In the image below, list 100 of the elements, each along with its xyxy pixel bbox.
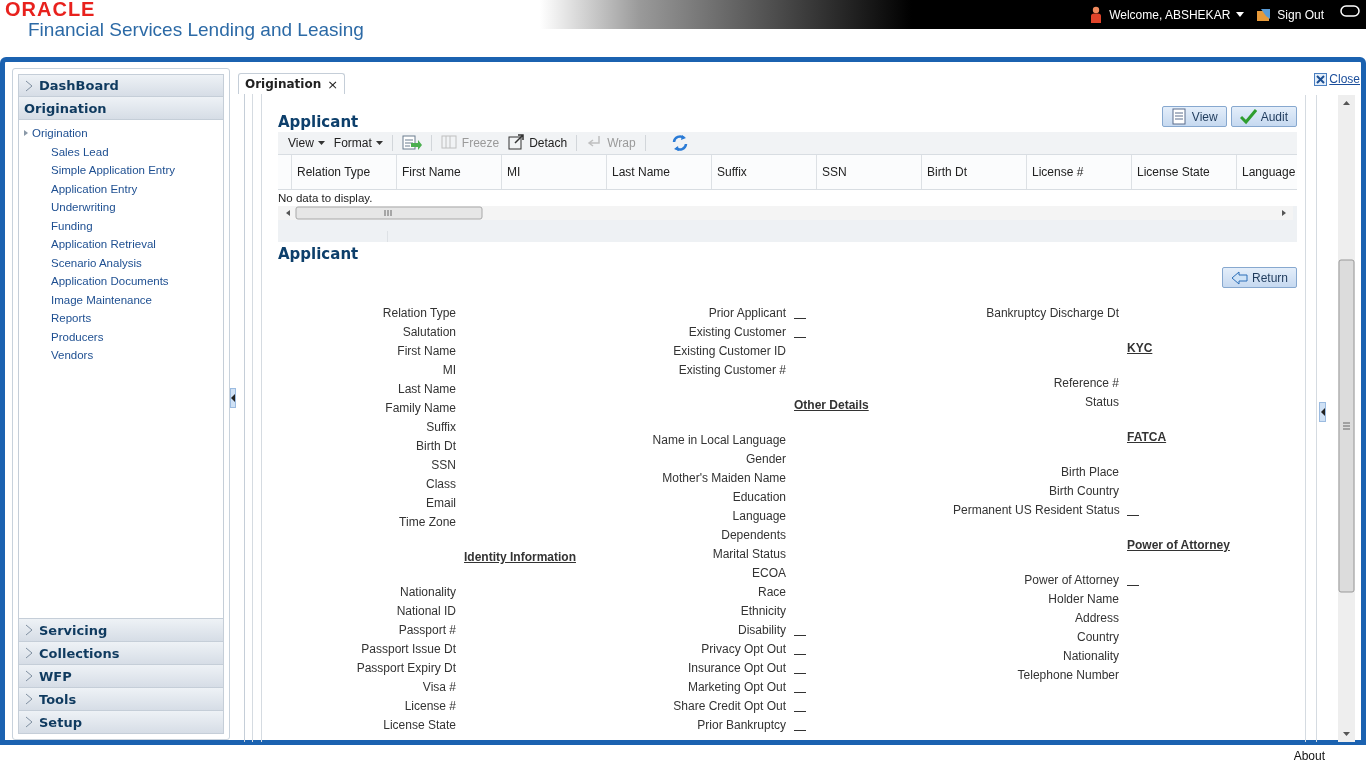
horizontal-scrollbar[interactable] — [278, 206, 1293, 220]
caret-icon[interactable] — [1236, 12, 1245, 17]
column-header[interactable]: Suffix — [711, 155, 816, 189]
field-label: Holder Name — [1047, 591, 1119, 608]
section-title: Applicant — [278, 113, 359, 131]
nav-link[interactable]: Application Entry — [51, 182, 138, 195]
field-label: Prior Bankruptcy — [696, 717, 786, 734]
tree-link[interactable]: Origination — [32, 127, 88, 140]
blank-value-line — [794, 318, 806, 319]
column-header[interactable]: License # — [1026, 155, 1131, 189]
checkmark-icon — [1239, 108, 1257, 125]
nav-link[interactable]: Application Documents — [51, 275, 169, 288]
field-label: SSN — [430, 457, 456, 474]
left-arrow-icon — [1320, 407, 1325, 416]
left-arrow-icon — [231, 394, 235, 402]
column-header[interactable]: First Name — [396, 155, 501, 189]
field-label: National ID — [395, 603, 456, 620]
field-label: Time Zone — [398, 514, 456, 531]
close-tab-button[interactable]: × — [327, 76, 339, 92]
tab-label[interactable]: Origination — [245, 77, 322, 91]
vertical-scrollbar[interactable] — [1338, 95, 1355, 742]
field-label: Disability — [737, 622, 786, 639]
toolbar-button[interactable]: View — [1161, 106, 1227, 127]
column-header[interactable]: SSN — [816, 155, 921, 189]
field-label: Salutation — [401, 324, 456, 341]
field-label: Insurance Opt Out — [686, 660, 786, 677]
column-header[interactable]: Language — [1236, 155, 1297, 189]
column-header[interactable]: Last Name — [606, 155, 711, 189]
field-label: Dependents — [720, 527, 786, 544]
group-heading: Other Details — [794, 397, 870, 414]
field-label: Relation Type — [381, 305, 456, 322]
menu-button[interactable]: View — [288, 136, 325, 150]
caret-icon — [375, 141, 383, 145]
field-label: Name in Local Language — [651, 432, 786, 449]
nav-link[interactable]: Simple Application Entry — [51, 164, 175, 177]
product-title: Financial Services Lending and Leasing — [28, 19, 364, 41]
field-label: Passport # — [397, 622, 456, 639]
field-label: First Name — [396, 343, 456, 360]
chevron-icon — [25, 647, 33, 659]
field-label: ECOA — [751, 565, 786, 582]
accordion-header[interactable]: Setup — [18, 711, 224, 734]
field-label: Race — [757, 584, 786, 601]
accordion-header[interactable]: DashBoard — [18, 74, 224, 97]
field-label: Permanent US Resident Status — [953, 502, 1119, 519]
welcome-menu[interactable]: Welcome, ABSHEKAR — [1109, 7, 1231, 22]
nav-link[interactable]: Sales Lead — [51, 145, 109, 158]
group-heading: Identity Information — [464, 549, 577, 566]
return-button[interactable]: Return — [1221, 267, 1297, 288]
field-label: Gender — [744, 451, 786, 468]
field-label: Country — [1075, 629, 1119, 646]
caret-icon — [317, 141, 325, 145]
empty-message: No data to display. — [278, 191, 374, 206]
field-label: Share Credit Opt Out — [672, 698, 786, 715]
accordion-header[interactable]: WFP — [18, 665, 224, 688]
export-icon[interactable] — [401, 134, 422, 152]
field-label: Visa # — [421, 679, 456, 696]
field-label: Birth Place — [1059, 464, 1119, 481]
nav-link[interactable]: Image Maintenance — [51, 293, 152, 306]
blank-value-line — [1127, 515, 1139, 516]
blank-value-line — [794, 673, 806, 674]
blank-value-line — [794, 337, 806, 338]
collapse-handle[interactable] — [1319, 401, 1326, 422]
nav-link[interactable]: Scenario Analysis — [51, 256, 142, 269]
accordion-header[interactable]: Origination — [18, 97, 224, 120]
collapse-handle[interactable] — [230, 388, 236, 408]
nav-link[interactable]: Funding — [51, 219, 93, 232]
column-header[interactable]: Relation Type — [291, 155, 396, 189]
column-header[interactable]: MI — [501, 155, 606, 189]
accordion-header[interactable]: Servicing — [18, 619, 224, 642]
blank-value-line — [794, 635, 806, 636]
field-label: Email — [425, 495, 456, 512]
tab[interactable]: Origination × — [238, 73, 346, 94]
field-label: Power of Attorney — [1023, 572, 1119, 589]
field-label: Telephone Number — [1016, 667, 1119, 684]
field-label: Existing Customer ID — [672, 343, 786, 360]
user-icon — [1089, 6, 1104, 23]
nav-link[interactable]: Application Retrieval — [51, 238, 156, 251]
column-header[interactable]: Birth Dt — [921, 155, 1026, 189]
nav-link[interactable]: Underwriting — [51, 201, 116, 214]
about-link[interactable]: About — [1293, 749, 1325, 763]
document-icon — [1170, 108, 1188, 125]
sign-out-link[interactable]: Sign Out — [1277, 7, 1324, 22]
menu-button[interactable]: Format — [333, 136, 383, 150]
nav-link[interactable]: Vendors — [51, 349, 94, 362]
field-label: Education — [731, 489, 786, 506]
chevron-icon — [25, 670, 33, 682]
accordion-header[interactable]: Collections — [18, 642, 224, 665]
column-header[interactable]: License State — [1131, 155, 1236, 189]
accordion-header[interactable]: Tools — [18, 688, 224, 711]
close-link[interactable]: Close — [1314, 72, 1360, 86]
field-label: Bankruptcy Discharge Dt — [985, 305, 1119, 322]
field-label: License State — [382, 717, 456, 734]
nav-link[interactable]: Producers — [51, 330, 104, 343]
toolbar-button[interactable]: Audit — [1230, 106, 1297, 127]
toolbar-button[interactable]: Detach — [508, 134, 568, 152]
blank-value-line — [794, 654, 806, 655]
freeze-icon — [440, 134, 458, 152]
back-arrow-icon — [1230, 270, 1248, 285]
refresh-icon[interactable] — [670, 134, 688, 152]
nav-link[interactable]: Reports — [51, 312, 92, 325]
